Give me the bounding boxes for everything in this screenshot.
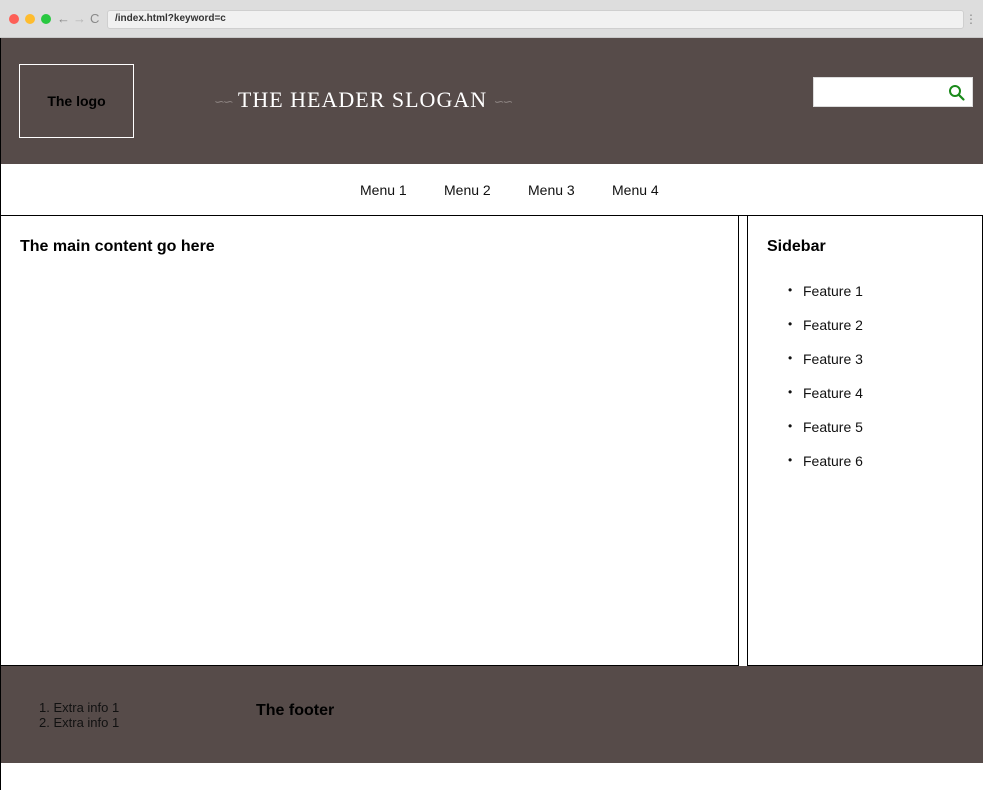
site-header: The logo ∽∽ THE HEADER SLOGAN ∽∽ — [1, 38, 983, 164]
feature-item-4: Feature 4 — [788, 385, 863, 419]
address-bar-url: /index.html?keyword=c — [115, 13, 226, 24]
feature-item-1: Feature 1 — [788, 283, 863, 317]
extra-info-item-1: 1. Extra info 1 — [39, 700, 120, 715]
reload-icon[interactable]: C — [90, 11, 99, 27]
menu-item-2[interactable]: Menu 2 — [444, 182, 491, 198]
browser-menu-icon[interactable]: ⋮ — [965, 12, 977, 26]
header-slogan-text: THE HEADER SLOGAN — [237, 87, 488, 112]
extra-info-list: 1. Extra info 1 2. Extra info 1 — [39, 700, 119, 730]
address-bar[interactable]: /index.html?keyword=c — [107, 10, 964, 29]
logo[interactable]: The logo — [19, 64, 134, 138]
search-input[interactable] — [814, 78, 940, 106]
search-box — [813, 77, 973, 107]
main-content: The main content go here — [1, 216, 739, 666]
minimize-window-button[interactable] — [25, 14, 35, 24]
feature-item-3: Feature 3 — [788, 351, 863, 385]
site-footer: 1. Extra info 1 2. Extra info 1 The foot… — [1, 666, 983, 763]
footer-title: The footer — [256, 702, 335, 719]
feature-item-5: Feature 5 — [788, 419, 863, 453]
feature-list: Feature 1 Feature 2 Feature 3 Feature 4 … — [788, 283, 863, 487]
header-slogan: ∽∽ THE HEADER SLOGAN ∽∽ — [214, 87, 514, 113]
page: The logo ∽∽ THE HEADER SLOGAN ∽∽ Menu 1 … — [0, 38, 983, 790]
sidebar-title: Sidebar — [767, 238, 826, 255]
search-icon[interactable] — [948, 84, 966, 102]
menu-item-1[interactable]: Menu 1 — [360, 182, 407, 198]
back-arrow-icon[interactable]: ← — [57, 11, 70, 27]
forward-arrow-icon[interactable]: → — [73, 11, 86, 27]
menu-item-3[interactable]: Menu 3 — [528, 182, 575, 198]
menu-item-4[interactable]: Menu 4 — [612, 182, 659, 198]
extra-info-item-2: 2. Extra info 1 — [39, 715, 120, 730]
maximize-window-button[interactable] — [41, 14, 51, 24]
feature-item-6: Feature 6 — [788, 453, 863, 487]
main-nav: Menu 1 Menu 2 Menu 3 Menu 4 — [1, 164, 983, 216]
sidebar: Sidebar Feature 1 Feature 2 Feature 3 Fe… — [747, 216, 983, 666]
close-window-button[interactable] — [9, 14, 19, 24]
left-flourish-icon: ∽∽ — [214, 93, 234, 109]
right-flourish-icon: ∽∽ — [493, 93, 514, 109]
feature-item-2: Feature 2 — [788, 317, 863, 351]
main-content-title: The main content go here — [20, 238, 215, 255]
browser-toolbar: ← → C /index.html?keyword=c ⋮ — [0, 0, 983, 38]
logo-text: The logo — [47, 93, 106, 109]
